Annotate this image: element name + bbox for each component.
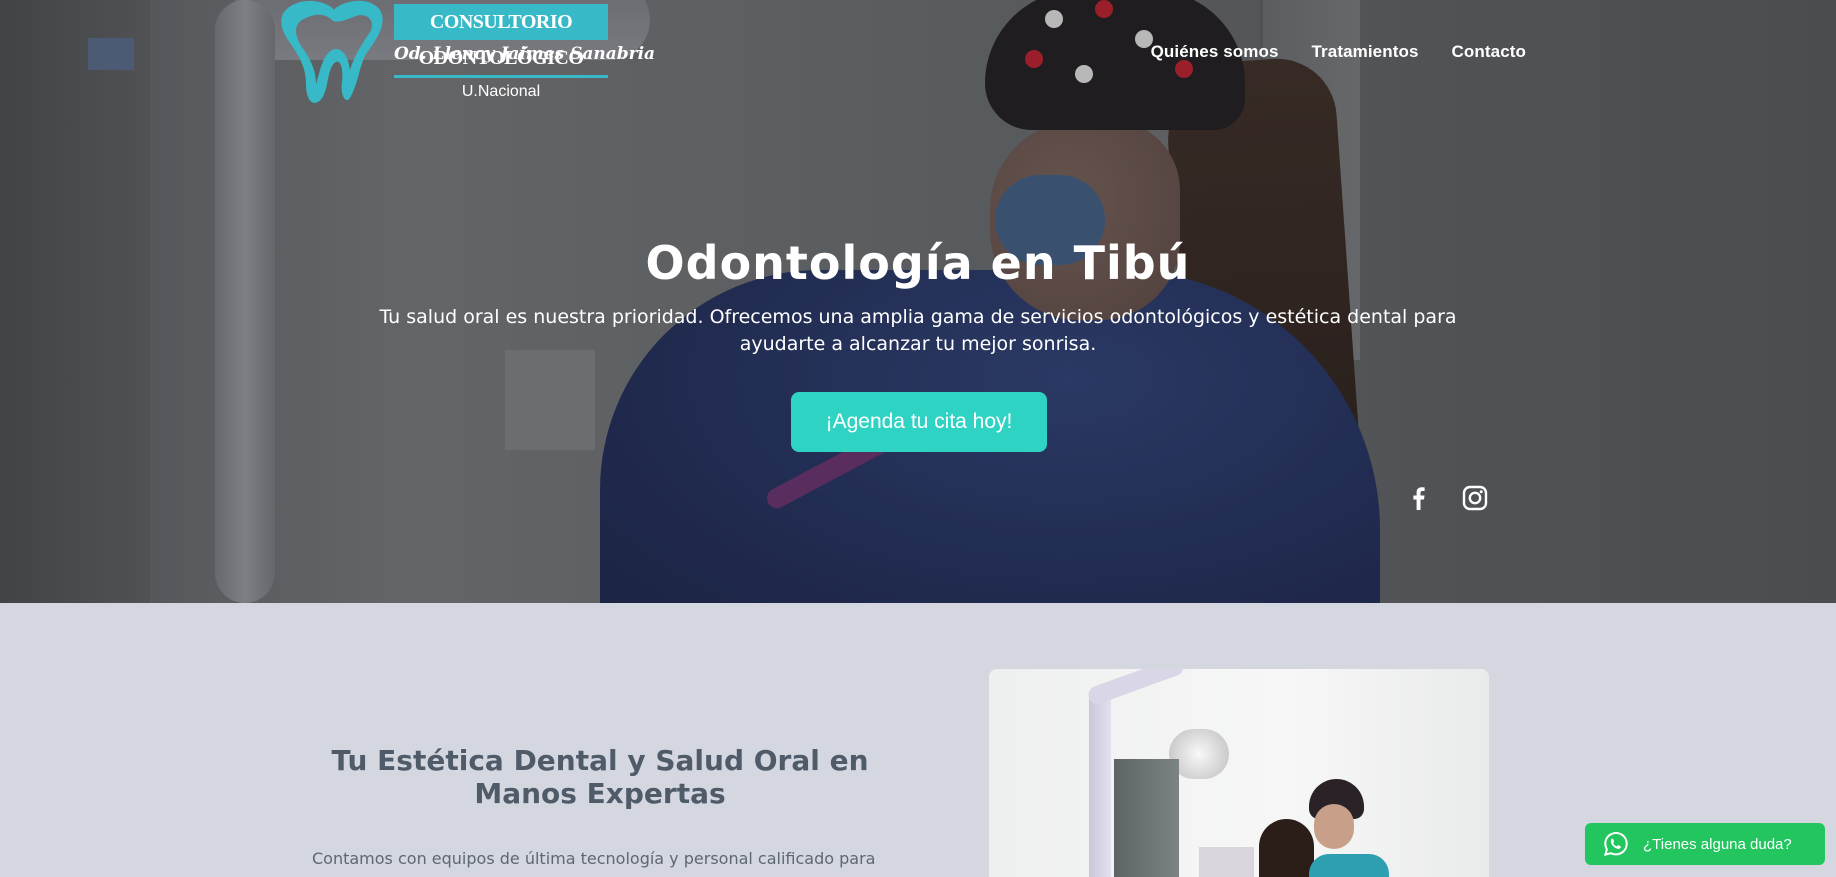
logo-badge: CONSULTORIO ODONTOLÓGICO: [394, 4, 608, 69]
instagram-icon[interactable]: [1461, 484, 1489, 512]
nav-item-quienes-somos[interactable]: Quiénes somos: [1151, 42, 1279, 62]
tooth-logo-icon: [281, 0, 383, 103]
whatsapp-button[interactable]: ¿Tienes alguna duda?: [1585, 823, 1825, 865]
whatsapp-icon: [1603, 831, 1628, 856]
hero-section: CONSULTORIO ODONTOLÓGICO Od. Llency Jaim…: [0, 0, 1836, 603]
about-text: Contamos con equipos de última tecnologí…: [312, 849, 876, 868]
nav-item-contacto[interactable]: Contacto: [1452, 42, 1526, 62]
main-nav: Quiénes somos Tratamientos Contacto: [1151, 42, 1526, 62]
logo-university: U.Nacional: [461, 83, 541, 100]
logo[interactable]: CONSULTORIO ODONTOLÓGICO Od. Llency Jaim…: [276, 0, 656, 110]
social-links: [1405, 484, 1489, 512]
about-title: Tu Estética Dental y Salud Oral en Manos…: [331, 744, 869, 810]
logo-divider: [394, 75, 608, 78]
logo-doctor-name: Od. Llency Jaimes Sanabria: [394, 44, 656, 64]
book-appointment-button[interactable]: ¡Agenda tu cita hoy!: [791, 392, 1047, 452]
whatsapp-label: ¿Tienes alguna duda?: [1643, 835, 1792, 853]
hero-subtitle: Tu salud oral es nuestra prioridad. Ofre…: [379, 306, 1457, 355]
hero-title: Odontología en Tibú: [645, 236, 1191, 290]
nav-item-tratamientos[interactable]: Tratamientos: [1312, 42, 1419, 62]
clinic-photo: [989, 669, 1489, 877]
facebook-icon[interactable]: [1405, 484, 1433, 512]
